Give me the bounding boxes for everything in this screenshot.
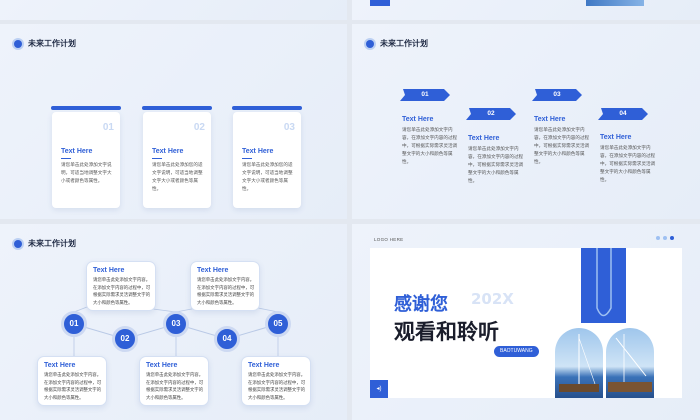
slide-thanks[interactable]: LOGO HERE 感谢您 202X 观看和聆听 BAOTUWANG ◂) (352, 224, 700, 420)
step-text: 请您单击此处添加文字内容，在添加文字内容的过程中，可根据实际需求灵活调整文字的大… (402, 127, 458, 164)
thanks-title-line1: 感谢您 (394, 294, 448, 315)
sailboat-icon (559, 334, 599, 392)
card-divider (152, 158, 162, 159)
card-divider (61, 158, 71, 159)
node-circle: 01 (61, 311, 87, 337)
card-number: 02 (193, 122, 205, 133)
bubble-text: 请您单击此处添加文字内容。在添加文字内容的过程中，可根据实际需求灵活调整文字的大… (146, 372, 204, 400)
accent-block (370, 0, 390, 6)
sailboat-photo (606, 328, 654, 398)
bubble-title: Text Here (146, 362, 178, 369)
text-bubble: Text Here 请您单击此处添加文字内容。在添加文字内容的过程中，可根据实际… (190, 261, 260, 311)
plan-card: 01 Text Here 请您单击此处添加文字说明，可适当地调整文字大小或者颜色… (51, 106, 121, 208)
bubble-text: 请您单击此处添加文字内容。在添加文字内容的过程中，可根据实际需求灵活调整文字的大… (248, 372, 306, 400)
slide-thumbnail-top-right[interactable] (352, 0, 700, 20)
card-number: 01 (102, 122, 114, 133)
slide-header: 未来工作计划 (366, 38, 428, 49)
card-accent-bar (232, 106, 302, 110)
step-title: Text Here (402, 116, 434, 123)
slide-steps[interactable]: 未来工作计划 01 Text Here 请您单击此处添加文字内容，在添加文字内容… (352, 24, 700, 219)
step-arrow: 02 (466, 108, 516, 120)
card-divider (242, 158, 252, 159)
text-bubble: Text Here 请您单击此处添加文字内容。在添加文字内容的过程中，可根据实际… (37, 356, 107, 406)
text-bubble: Text Here 请您单击此处添加文字内容。在添加文字内容的过程中，可根据实际… (86, 261, 156, 311)
dot-icon (656, 236, 660, 240)
bubble-title: Text Here (248, 362, 280, 369)
dot-icon (663, 236, 667, 240)
step-text: 请您单击此处添加文字内容，在添加文字内容的过程中，可根据实际需求灵活调整文字的大… (600, 145, 656, 182)
bubble-title: Text Here (44, 362, 76, 369)
step-text: 请您单击此处添加文字内容，在添加文字内容的过程中，可根据实际需求灵活调整文字的大… (534, 127, 590, 164)
logo-text: LOGO HERE (374, 237, 404, 242)
bullet-dot-icon (366, 39, 374, 48)
text-bubble: Text Here 请您单击此处添加文字内容。在添加文字内容的过程中，可根据实际… (241, 356, 311, 406)
bubble-text: 请您单击此处添加文字内容。在添加文字内容的过程中，可根据实际需求灵活调整文字的大… (44, 372, 102, 400)
text-bubble: Text Here 请您单击此处添加文字内容。在添加文字内容的过程中，可根据实际… (139, 356, 209, 406)
bubble-text: 请您单击此处添加文字内容。在添加文字内容的过程中，可根据实际需求灵活调整文字的大… (197, 277, 255, 305)
pagination-dots (656, 236, 674, 240)
plan-card: 02 Text Here 请您单击此处添加您的适文字说明，可适当地调整文字大小或… (142, 106, 212, 208)
section-title: 未来工作计划 (28, 38, 76, 48)
bubble-title: Text Here (197, 267, 229, 274)
slide-thumbnail-top-left[interactable] (0, 0, 347, 20)
blue-column (581, 248, 626, 323)
step-title: Text Here (600, 134, 632, 141)
slide-header: 未来工作计划 (14, 38, 76, 49)
step-arrow: 04 (598, 108, 648, 120)
dot-icon (670, 236, 674, 240)
step-arrow: 03 (532, 89, 582, 101)
arch-decor (596, 248, 612, 317)
sailboat-icon (608, 334, 652, 392)
step-title: Text Here (468, 135, 500, 142)
slide-cards[interactable]: 未来工作计划 01 Text Here 请您单击此处添加文字说明，可适当地调整文… (0, 24, 347, 219)
card-text: 请您单击此处添加您的适文字说明，可适当地调整文字大小或者颜色等属性。 (152, 162, 203, 191)
slide-grid: 未来工作计划 01 Text Here 请您单击此处添加文字说明，可适当地调整文… (0, 0, 700, 420)
card-text: 请您单击此处添加您的适文字说明，可适当地调整文字大小或者颜色等属性。 (242, 162, 293, 191)
card-accent-bar (142, 106, 212, 110)
node-circle: 02 (112, 326, 138, 352)
section-title: 未来工作计划 (380, 38, 428, 48)
card-accent-bar (51, 106, 121, 110)
card-title: Text Here (242, 148, 274, 155)
bubble-title: Text Here (93, 267, 125, 274)
year-watermark: 202X (471, 290, 514, 308)
audio-button[interactable]: ◂) (370, 380, 388, 398)
node-circle: 03 (163, 311, 189, 337)
node-circle: 05 (265, 311, 291, 337)
node-circle: 04 (214, 326, 240, 352)
card-number: 03 (283, 122, 295, 133)
card-title: Text Here (152, 148, 184, 155)
tag-pill: BAOTUWANG (494, 346, 539, 357)
step-arrow: 01 (400, 89, 450, 101)
step-text: 请您单击此处添加文字内容，在添加文字内容的过程中，可根据实际需求灵活调整文字的大… (468, 146, 524, 183)
thanks-title-line2: 观看和聆听 (394, 319, 499, 344)
slide-nodes[interactable]: 未来工作计划 Text Here 请您单击此处添加文字内容。在添加文字内容的过程… (0, 224, 347, 420)
card-text: 请您单击此处添加文字说明，可适当地调整文字大小或者颜色等属性。 (61, 162, 112, 183)
card-title: Text Here (61, 148, 93, 155)
photo-strip (586, 0, 644, 6)
bullet-dot-icon (14, 39, 22, 48)
plan-card: 03 Text Here 请您单击此处添加您的适文字说明，可适当地调整文字大小或… (232, 106, 302, 208)
sailboat-photo (555, 328, 603, 398)
step-title: Text Here (534, 116, 566, 123)
bubble-text: 请您单击此处添加文字内容。在添加文字内容的过程中，可根据实际需求灵活调整文字的大… (93, 277, 151, 305)
